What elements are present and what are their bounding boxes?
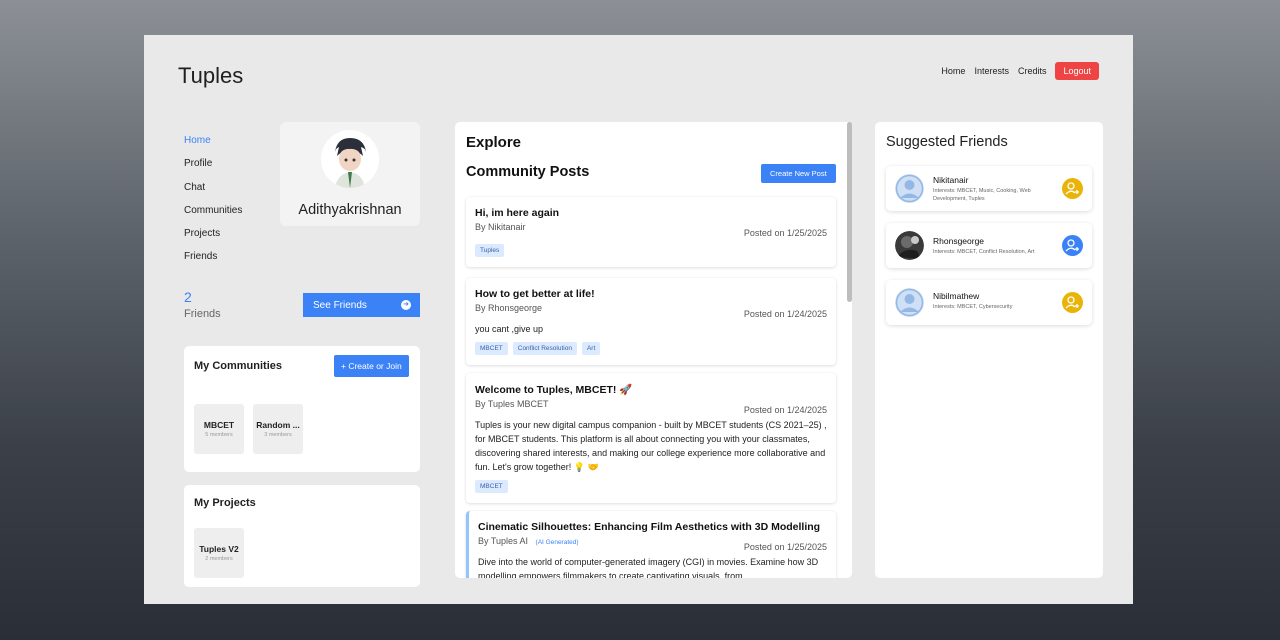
nav-credits-link[interactable]: Credits	[1018, 66, 1047, 76]
post-date: Posted on 1/24/2025	[743, 309, 827, 319]
post-meta: By Rhonsgeorge Posted on 1/24/2025	[475, 303, 827, 319]
post-date: Posted on 1/24/2025	[743, 405, 827, 415]
community-feed: Explore Community Posts Create New Post …	[455, 122, 852, 578]
create-new-post-button[interactable]: Create New Post	[761, 164, 836, 183]
add-friend-icon[interactable]	[1062, 292, 1083, 313]
post-card[interactable]: Hi, im here again By Nikitanair Posted o…	[466, 197, 836, 267]
friend-interests: Interests: MBCET, Music, Cooking, Web De…	[933, 188, 1031, 202]
community-members: 3 members	[264, 432, 292, 438]
post-tags: Tuples	[475, 244, 827, 257]
post-meta: By Tuples MBCET Posted on 1/24/2025	[475, 399, 827, 415]
sidebar-item-chat[interactable]: Chat	[184, 181, 242, 204]
create-or-join-button[interactable]: + Create or Join	[334, 355, 409, 377]
post-date: Posted on 1/25/2025	[743, 228, 827, 238]
post-title: Welcome to Tuples, MBCET! 🚀	[475, 384, 633, 396]
sidebar-item-home[interactable]: Home	[184, 134, 242, 157]
post-meta: By Tuples AI (AI Generated) Posted on 1/…	[478, 536, 827, 552]
my-projects-panel: My Projects Tuples V2 2 members	[184, 485, 420, 587]
post-tag[interactable]: Conflict Resolution	[512, 342, 577, 355]
project-name: Tuples V2	[199, 544, 239, 554]
default-avatar-icon	[895, 288, 924, 317]
post-date: Posted on 1/25/2025	[743, 542, 827, 552]
post-tag[interactable]: MBCET	[475, 480, 508, 493]
suggested-friend-card[interactable]: Nibilmathew Interests: MBCET, Cybersecur…	[886, 280, 1092, 325]
post-title: Cinematic Silhouettes: Enhancing Film Ae…	[478, 521, 821, 533]
post-tags: MBCET	[475, 480, 827, 493]
profile-card[interactable]: Adithyakrishnan	[280, 122, 420, 226]
post-card-ai[interactable]: Cinematic Silhouettes: Enhancing Film Ae…	[466, 511, 836, 578]
add-friend-icon[interactable]	[1062, 178, 1083, 199]
my-communities-title: My Communities	[194, 360, 283, 372]
sidebar-nav: Home Profile Chat Communities Projects F…	[184, 134, 242, 274]
friend-interests: Interests: MBCET, Cybersecurity	[933, 304, 1013, 310]
suggested-friends-panel: Suggested Friends Nikitanair Interests: …	[875, 122, 1103, 578]
sidebar-item-communities[interactable]: Communities	[184, 204, 242, 227]
project-tile[interactable]: Tuples V2 2 members	[194, 528, 244, 578]
profile-name: Adithyakrishnan	[298, 202, 402, 218]
arrow-right-icon: ➜	[401, 300, 411, 310]
community-name: MBCET	[203, 420, 235, 430]
post-tag[interactable]: Tuples	[475, 244, 505, 257]
post-author[interactable]: By Nikitanair	[475, 222, 526, 238]
post-author[interactable]: By Tuples MBCET	[475, 399, 549, 415]
app-window: Tuples Home Interests Credits Logout Hom…	[144, 35, 1133, 604]
post-author[interactable]: By Rhonsgeorge	[475, 303, 542, 319]
suggested-friend-card[interactable]: Rhonsgeorge Interests: MBCET, Conflict R…	[886, 223, 1092, 268]
my-projects-title: My Projects	[194, 497, 256, 509]
post-card[interactable]: How to get better at life! By Rhonsgeorg…	[466, 278, 836, 365]
community-members: 5 members	[205, 432, 233, 438]
nav-home-link[interactable]: Home	[941, 66, 965, 76]
post-body: you cant ,give up	[475, 324, 544, 334]
feed-scrollbar[interactable]	[847, 122, 852, 302]
community-name: Random ...	[256, 420, 300, 430]
default-avatar-icon	[895, 174, 924, 203]
suggested-friends-title: Suggested Friends	[886, 134, 1008, 150]
user-avatar-icon	[321, 130, 379, 188]
community-posts-title: Community Posts	[466, 164, 590, 180]
top-navigation: Home Interests Credits Logout	[941, 62, 1099, 80]
community-tile[interactable]: Random ... 3 members	[253, 404, 303, 454]
add-friend-icon[interactable]	[1062, 235, 1083, 256]
post-meta: By Nikitanair Posted on 1/25/2025	[475, 222, 827, 238]
friend-name[interactable]: Nibilmathew	[933, 291, 979, 301]
friend-name[interactable]: Nikitanair	[933, 175, 968, 185]
post-body: Tuples is your new digital campus compan…	[475, 420, 827, 472]
suggested-friend-card[interactable]: Nikitanair Interests: MBCET, Music, Cook…	[886, 166, 1092, 211]
friend-interests: Interests: MBCET, Conflict Resolution, A…	[933, 249, 1035, 255]
ai-generated-badge: (AI Generated)	[535, 539, 579, 546]
see-friends-button[interactable]: See Friends ➜	[303, 293, 420, 317]
post-tag[interactable]: MBCET	[475, 342, 508, 355]
post-body: Dive into the world of computer-generate…	[478, 557, 819, 578]
post-card[interactable]: Welcome to Tuples, MBCET! 🚀 By Tuples MB…	[466, 373, 836, 503]
my-communities-panel: My Communities + Create or Join MBCET 5 …	[184, 346, 420, 472]
post-title: Hi, im here again	[475, 207, 560, 219]
project-members: 2 members	[205, 556, 233, 562]
post-tags: MBCET Conflict Resolution Art	[475, 342, 827, 355]
post-tag[interactable]: Art	[581, 342, 601, 355]
sidebar-item-projects[interactable]: Projects	[184, 227, 242, 250]
see-friends-label: See Friends	[313, 299, 367, 311]
sidebar-item-friends[interactable]: Friends	[184, 250, 242, 273]
post-title: How to get better at life!	[475, 288, 595, 300]
sidebar-item-profile[interactable]: Profile	[184, 157, 242, 180]
post-author[interactable]: By Tuples AI	[478, 536, 528, 546]
friend-name[interactable]: Rhonsgeorge	[933, 236, 984, 246]
brand-logo[interactable]: Tuples	[178, 63, 243, 89]
logout-button[interactable]: Logout	[1055, 62, 1099, 80]
community-tile[interactable]: MBCET 5 members	[194, 404, 244, 454]
friends-label: Friends	[184, 308, 221, 320]
explore-title: Explore	[466, 134, 522, 151]
photo-avatar-icon	[895, 231, 924, 260]
friends-count: 2	[184, 289, 192, 305]
nav-interests-link[interactable]: Interests	[974, 66, 1009, 76]
